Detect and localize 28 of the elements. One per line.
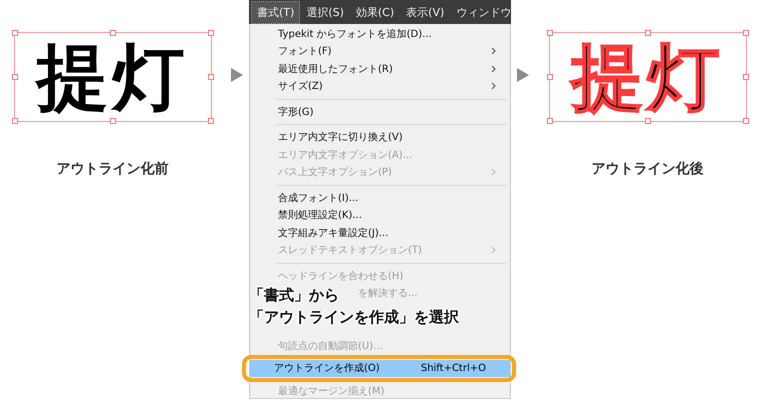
menu-bar-item[interactable]: 効果(C) xyxy=(350,2,400,22)
calligraphy-text: 提灯 xyxy=(572,41,724,113)
menu-item[interactable]: 最近使用したフォント(R) xyxy=(250,60,510,78)
menu-item[interactable]: サイズ(Z) xyxy=(250,78,510,95)
calligraphy-text: 提灯 xyxy=(36,41,188,113)
chevron-right-icon xyxy=(491,82,496,90)
menu-item[interactable]: 合成フォント(I)... xyxy=(250,189,510,206)
chevron-right-icon xyxy=(491,168,496,176)
caption-label: アウトライン化前 xyxy=(56,160,168,178)
chevron-right-icon xyxy=(491,47,496,56)
menu-bar-item[interactable]: ウィンドウ xyxy=(451,2,511,22)
arrow-icon xyxy=(517,68,529,82)
arrow-icon xyxy=(231,68,243,82)
menu-item[interactable]: 字形(G) xyxy=(250,103,510,120)
chevron-right-icon xyxy=(491,64,496,73)
caption-text: 「アウトラインを作成」を選択 xyxy=(249,308,459,326)
caption-label: アウトライン化後 xyxy=(592,160,704,178)
menu-item[interactable]: 文字組みアキ量設定(J)... xyxy=(250,224,510,242)
menu-bar-item[interactable]: 書式(T) xyxy=(252,2,300,22)
menu-item-highlighted[interactable]: アウトラインを作成(O) Shift+Ctrl+O xyxy=(250,360,510,377)
menu-item[interactable]: 禁則処理設定(K)... xyxy=(250,206,510,224)
menu-item[interactable]: Typekit からフォントを追加(D)... xyxy=(250,25,510,42)
chevron-right-icon xyxy=(491,246,496,254)
menu-item[interactable]: フォント(F) xyxy=(250,42,510,60)
caption-text: 「書式」から xyxy=(249,286,339,304)
menu-bar-item[interactable]: 表示(V) xyxy=(401,2,450,22)
menu-item[interactable]: エリア内文字に切り換え(V) xyxy=(250,128,510,146)
menu-bar-item[interactable]: 選択(S) xyxy=(301,2,349,22)
